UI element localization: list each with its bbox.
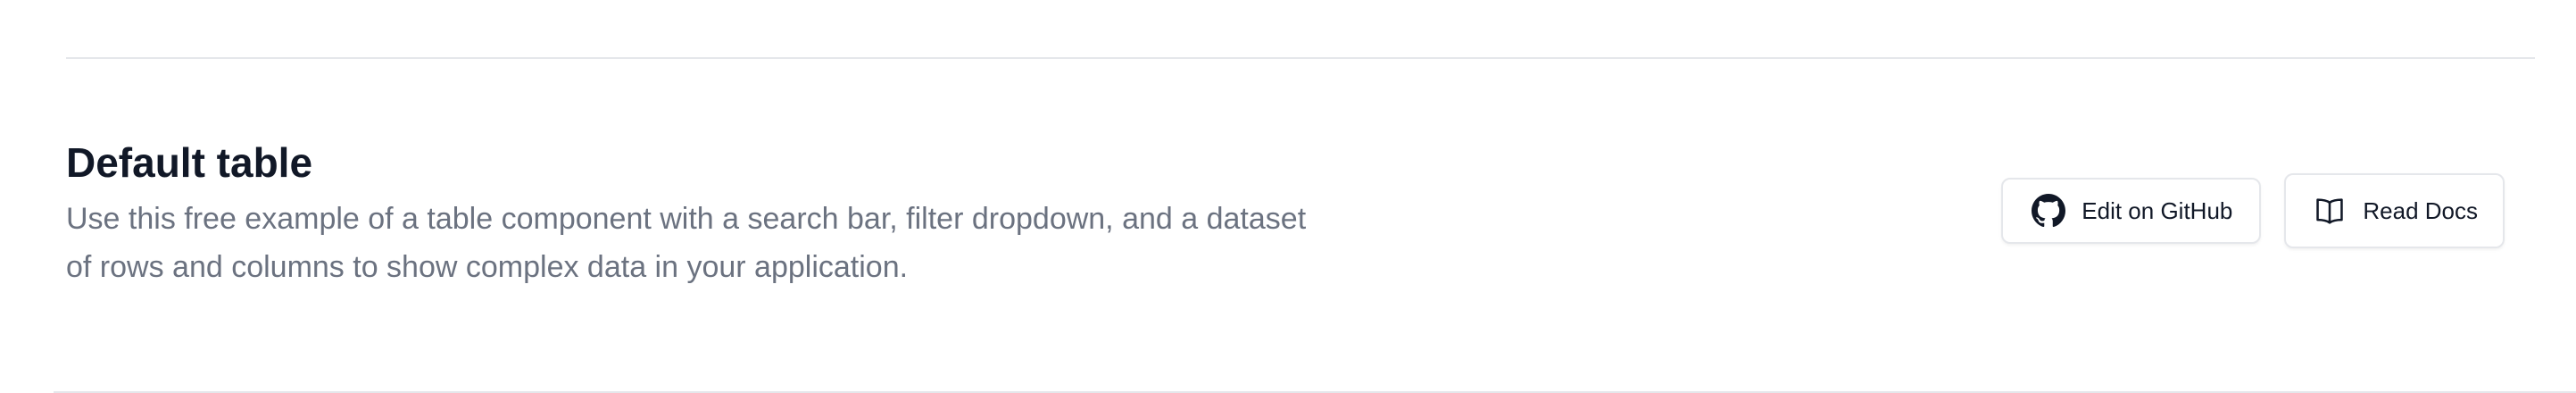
edit-on-github-button[interactable]: Edit on GitHub bbox=[2001, 178, 2262, 244]
section-description: Use this free example of a table compone… bbox=[66, 202, 1307, 284]
section-actions: Edit on GitHub Read Docs bbox=[2001, 173, 2505, 248]
section-title: Default table bbox=[66, 139, 313, 186]
edit-on-github-label: Edit on GitHub bbox=[2082, 196, 2233, 224]
read-docs-label: Read Docs bbox=[2363, 196, 2478, 224]
book-open-icon bbox=[2313, 194, 2347, 228]
read-docs-button[interactable]: Read Docs bbox=[2284, 173, 2505, 248]
github-icon bbox=[2032, 194, 2066, 228]
component-section-header: Default table Use this free example of a… bbox=[66, 130, 2535, 309]
top-divider bbox=[66, 57, 2535, 59]
